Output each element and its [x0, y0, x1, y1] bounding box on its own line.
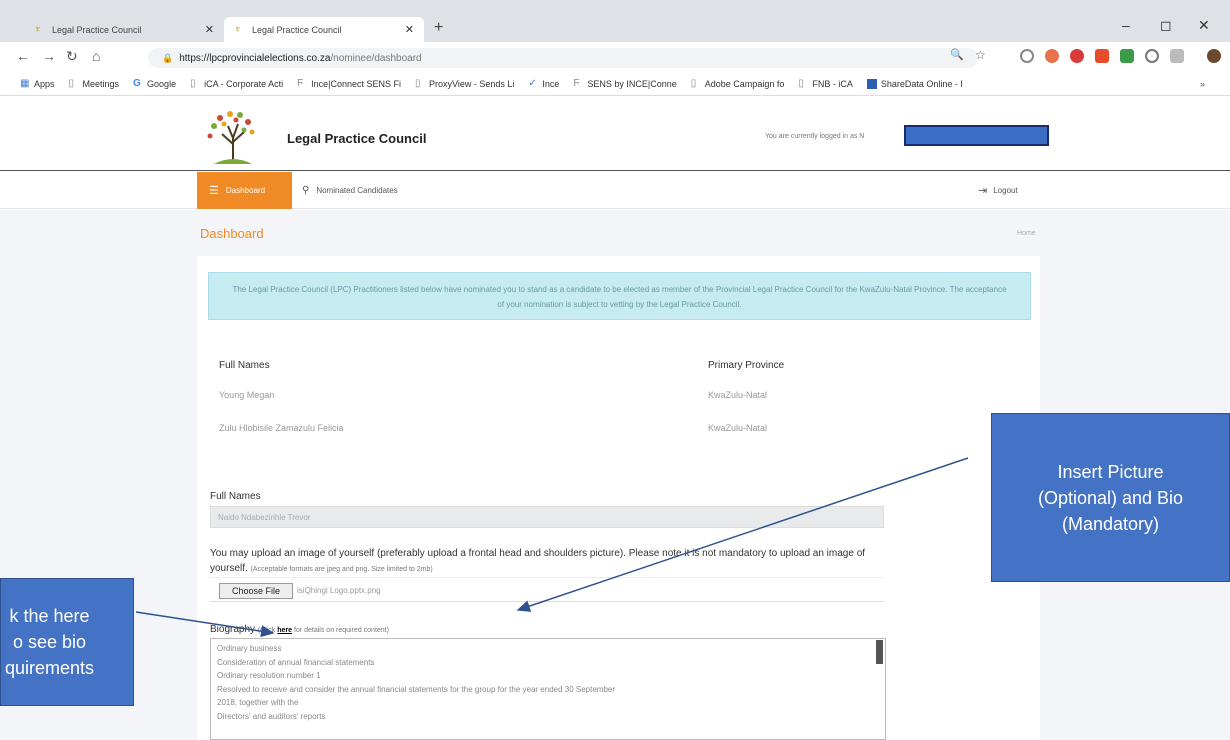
minimize-icon[interactable]: –: [1122, 17, 1130, 33]
browser-tab-1[interactable]: ♆ Legal Practice Council ✕: [24, 17, 224, 42]
extension-icon[interactable]: [1095, 49, 1109, 63]
col-header-full-names: Full Names: [219, 360, 270, 371]
bookmark-apps[interactable]: ▦ Apps: [20, 77, 55, 89]
pinterest-icon[interactable]: [1070, 49, 1084, 63]
tab-close-icon[interactable]: ✕: [405, 23, 414, 36]
nav-dashboard[interactable]: ☰ Dashboard: [197, 172, 292, 209]
choose-file-button[interactable]: Choose File: [219, 583, 293, 599]
maximize-icon[interactable]: ◻: [1160, 17, 1172, 34]
profile-avatar[interactable]: [1207, 49, 1221, 63]
redacted-name-box: [904, 125, 1049, 146]
bookmark-item[interactable]: ▯ FNB - iCA: [798, 77, 853, 89]
back-icon[interactable]: ←: [16, 48, 30, 64]
hamburger-icon: ☰: [209, 185, 219, 197]
bio-details-link[interactable]: here: [277, 627, 292, 634]
lpc-favicon-icon: ♆: [234, 23, 242, 35]
window-close-icon[interactable]: ✕: [1198, 17, 1210, 34]
new-tab-icon[interactable]: +: [434, 19, 443, 37]
extension-icon[interactable]: [1045, 49, 1059, 63]
bookmark-item[interactable]: ▯ ProxyView - Sends Li: [415, 77, 514, 89]
address-bar[interactable]: 🔒 https://lpcprovincialelections.co.za/n…: [148, 48, 978, 68]
nominator-province: KwaZulu-Natal: [708, 390, 768, 400]
lock-icon: 🔒: [162, 52, 174, 63]
upload-format-note: (Acceptable formats are jpeg and png. Si…: [250, 566, 433, 573]
check-icon: ✓: [528, 77, 537, 89]
bio-line: Resolved to receive and consider the ann…: [217, 684, 616, 694]
tab-close-icon[interactable]: ✕: [205, 23, 214, 36]
callout-insert-picture-bio: Insert Picture (Optional) and Bio (Manda…: [991, 413, 1230, 582]
upload-note: You may upload an image of yourself (pre…: [210, 546, 890, 577]
breadcrumb-home[interactable]: Home: [1017, 230, 1036, 237]
tab-title: Legal Practice Council: [252, 24, 342, 35]
url-path: /nominee/dashboard: [330, 52, 422, 64]
bookmark-item[interactable]: ▯ iCA - Corporate Acti: [190, 77, 283, 89]
extension-icon[interactable]: [1170, 49, 1184, 63]
lpc-tree-logo: [207, 111, 255, 164]
ince-icon: Ϝ: [573, 77, 580, 89]
apps-grid-icon: ▦: [20, 77, 30, 89]
url-host: https://lpcprovincialelections.co.za: [179, 52, 331, 64]
page-icon: ▯: [68, 77, 75, 89]
col-header-primary-province: Primary Province: [708, 360, 785, 371]
full-names-label: Full Names: [210, 491, 261, 502]
bookmark-item[interactable]: Ϝ Ince|Connect SENS Fi: [297, 77, 401, 89]
bookmark-item[interactable]: ▯ Meetings: [68, 77, 120, 89]
reload-icon[interactable]: ↻: [66, 48, 78, 65]
zoom-icon[interactable]: 🔍: [950, 48, 964, 61]
star-icon[interactable]: ☆: [975, 48, 986, 62]
page-icon: ▯: [415, 77, 421, 89]
callout-bio-requirements: k the here o see bio quirements: [0, 578, 134, 706]
biography-textarea[interactable]: Ordinary business Consideration of annua…: [210, 638, 886, 740]
nav-nominated-candidates[interactable]: ⚲ Nominated Candidates: [302, 172, 398, 209]
extension-icon[interactable]: [1020, 49, 1034, 63]
bookmark-item[interactable]: ✓ Ince: [528, 77, 559, 89]
user-icon: ⚲: [302, 185, 310, 196]
bookmark-item[interactable]: ▯ Adobe Campaign fo: [690, 77, 785, 89]
more-bookmarks-icon[interactable]: »: [1200, 79, 1205, 89]
bio-line: Consideration of annual financial statem…: [217, 657, 375, 667]
bio-line: 2018, together with the: [217, 698, 299, 707]
ince-icon: Ϝ: [297, 77, 304, 89]
page-icon: ▯: [690, 77, 697, 89]
bio-scrollbar[interactable]: [876, 640, 883, 664]
tab-title: Legal Practice Council: [52, 24, 142, 35]
bookmark-item[interactable]: ShareData Online - I: [866, 78, 963, 89]
bio-line: Directors' and auditors' reports: [217, 711, 326, 721]
full-names-field: Naido Ndabezinhle Trevor: [210, 506, 884, 528]
page-icon: ▯: [798, 77, 804, 89]
nominator-name: Young Megan: [219, 390, 275, 400]
home-icon[interactable]: ⌂: [92, 48, 100, 64]
nominator-name: Zulu Hlobisile Zamazulu Felicia: [219, 423, 344, 433]
page-icon: ▯: [190, 77, 196, 89]
bookmark-item[interactable]: G Google: [133, 77, 176, 89]
main-navbar: [0, 172, 1230, 209]
browser-tab-2[interactable]: ♆ Legal Practice Council ✕: [224, 17, 424, 42]
lpc-favicon-icon: ♆: [34, 23, 42, 35]
extension-icon[interactable]: [1145, 49, 1159, 63]
bookmarks-bar: ▦ Apps ▯ Meetings G Google ▯ iCA - Corporate…: [0, 72, 1230, 96]
bio-line: Ordinary business: [217, 644, 282, 653]
sharedata-icon: [866, 78, 877, 89]
forward-icon[interactable]: →: [42, 48, 56, 64]
logged-in-text: You are currently logged in as N: [765, 133, 865, 140]
page-title: Dashboard: [200, 226, 264, 241]
biography-label: Biography (Click here for details on req…: [210, 624, 389, 635]
nomination-alert: The Legal Practice Council (LPC) Practit…: [208, 272, 1031, 320]
bookmark-item[interactable]: Ϝ SENS by INCE|Conne: [573, 77, 676, 89]
extensions: ⋮: [1020, 49, 1230, 63]
selected-file-name: isiQhingi Logo.pptx.png: [297, 586, 381, 595]
nav-logout[interactable]: ⇥ Logout: [978, 172, 1018, 209]
nominator-province: KwaZulu-Natal: [708, 423, 768, 433]
logout-icon: ⇥: [978, 185, 988, 197]
extension-icon[interactable]: [1120, 49, 1134, 63]
google-icon: G: [133, 77, 141, 89]
site-brand[interactable]: Legal Practice Council: [287, 131, 426, 146]
bio-line: Ordinary resolution number 1: [217, 671, 321, 680]
